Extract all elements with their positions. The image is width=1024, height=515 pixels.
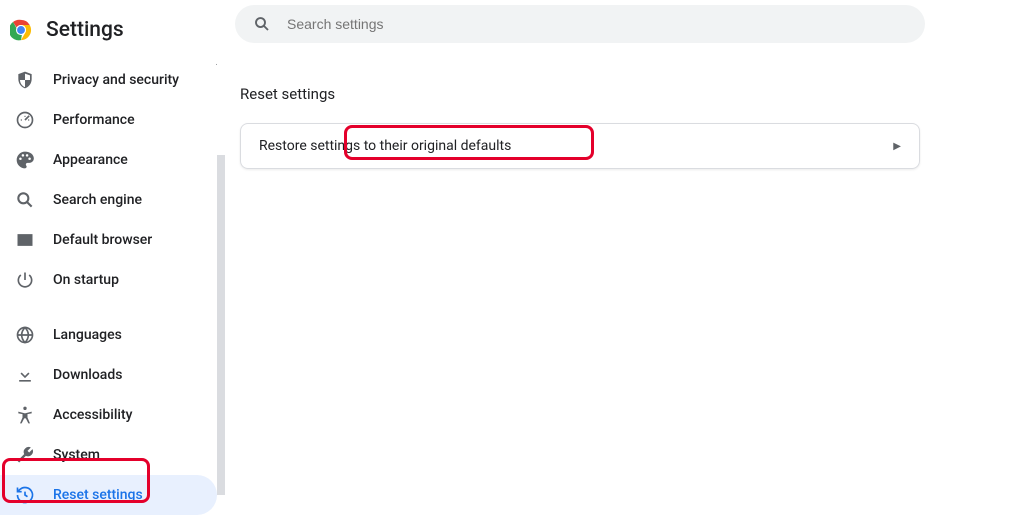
sidebar-item-search-engine[interactable]: Search engine bbox=[0, 180, 217, 220]
sidebar-item-performance[interactable]: Performance bbox=[0, 100, 217, 140]
accessibility-icon bbox=[15, 405, 35, 425]
browser-icon bbox=[15, 230, 35, 250]
history-icon bbox=[15, 485, 35, 505]
sidebar-item-label: Default browser bbox=[53, 232, 152, 248]
sidebar-item-label: Accessibility bbox=[53, 407, 132, 423]
search-icon bbox=[253, 15, 271, 33]
palette-icon bbox=[15, 150, 35, 170]
restore-defaults-row[interactable]: Restore settings to their original defau… bbox=[240, 123, 920, 169]
sidebar-item-label: Appearance bbox=[53, 152, 128, 168]
sidebar-item-on-startup[interactable]: On startup bbox=[0, 260, 217, 300]
sidebar-item-label: On startup bbox=[53, 272, 119, 288]
search-input[interactable] bbox=[287, 16, 907, 32]
sidebar-item-label: Downloads bbox=[53, 367, 122, 383]
sidebar-item-accessibility[interactable]: Accessibility bbox=[0, 395, 217, 435]
page-title: Settings bbox=[46, 18, 124, 42]
sidebar-item-privacy[interactable]: Privacy and security bbox=[0, 60, 217, 100]
speedometer-icon bbox=[15, 110, 35, 130]
sidebar-item-system[interactable]: System bbox=[0, 435, 217, 475]
sidebar-item-default-browser[interactable]: Default browser bbox=[0, 220, 217, 260]
content-area: Reset settings Restore settings to their… bbox=[235, 85, 925, 169]
sidebar-nav-secondary: Languages Downloads Accessibility System… bbox=[0, 315, 225, 515]
sidebar-header: Settings bbox=[0, 0, 225, 60]
sidebar-item-reset-settings[interactable]: Reset settings bbox=[0, 475, 217, 515]
sidebar: Settings Privacy and security Performanc… bbox=[0, 0, 225, 515]
download-icon bbox=[15, 365, 35, 385]
sidebar-item-label: System bbox=[53, 447, 100, 463]
sidebar-item-label: Languages bbox=[53, 327, 122, 343]
shield-icon bbox=[15, 70, 35, 90]
sidebar-item-languages[interactable]: Languages bbox=[0, 315, 217, 355]
scrollbar-thumb[interactable] bbox=[217, 155, 225, 495]
sidebar-item-downloads[interactable]: Downloads bbox=[0, 355, 217, 395]
main-content: Reset settings Restore settings to their… bbox=[225, 0, 1024, 515]
sidebar-item-label: Performance bbox=[53, 112, 135, 128]
search-bar[interactable] bbox=[235, 5, 925, 43]
power-icon bbox=[15, 270, 35, 290]
globe-icon bbox=[15, 325, 35, 345]
sidebar-item-label: Search engine bbox=[53, 192, 142, 208]
chevron-right-icon: ▶ bbox=[893, 141, 901, 152]
sidebar-nav: Privacy and security Performance Appeara… bbox=[0, 60, 225, 300]
sidebar-item-label: Reset settings bbox=[53, 487, 143, 503]
search-icon bbox=[15, 190, 35, 210]
card-label: Restore settings to their original defau… bbox=[259, 138, 511, 154]
sidebar-item-appearance[interactable]: Appearance bbox=[0, 140, 217, 180]
scrollbar-track[interactable] bbox=[217, 55, 225, 495]
sidebar-item-label: Privacy and security bbox=[53, 72, 179, 88]
section-title: Reset settings bbox=[240, 85, 920, 103]
chrome-logo-icon bbox=[10, 19, 32, 41]
sidebar-separator bbox=[0, 300, 225, 315]
wrench-icon bbox=[15, 445, 35, 465]
